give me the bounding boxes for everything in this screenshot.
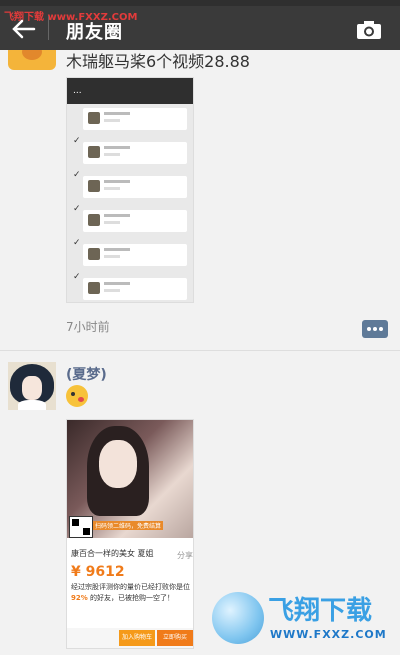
post-time: 7小时前 (66, 320, 110, 334)
kiss-emoji-icon (66, 385, 88, 407)
buy-now-button[interactable]: 立即购买 (157, 630, 193, 646)
thumbnail-message (83, 278, 187, 300)
thumbnail-message (83, 210, 187, 232)
thumbnail-message (83, 142, 187, 164)
thumbnail-header: ... (67, 78, 193, 104)
product-photo: 扫码领二维码，免费结算 (67, 420, 193, 538)
page-title: 朋友圈 (66, 22, 123, 43)
post-text: 木瑞躯马桨6个视频28.88 (66, 52, 250, 71)
thumbnail-message (83, 108, 187, 130)
avatar[interactable] (8, 50, 56, 70)
product-description: 经过宗股评测你的量价已经打败你是位 92% 的好友，已被抢购一空了！ (71, 583, 190, 602)
post-divider (0, 350, 400, 351)
watermark-bottom: 飞翔下载 WWW.FXXZ.COM (212, 588, 398, 648)
top-bar: 飞翔下载 www.FXXZ.COM 朋友圈 (0, 6, 400, 50)
watermark-url: WWW.FXXZ.COM (270, 628, 387, 641)
avatar[interactable] (8, 362, 56, 410)
product-price: ¥ 9612 (71, 564, 125, 580)
camera-icon[interactable] (356, 20, 382, 40)
watermark-logo-icon (212, 592, 264, 644)
share-label: 分享 (177, 551, 193, 560)
watermark-text: 飞翔下载 (268, 596, 373, 626)
header-separator (48, 16, 49, 40)
qr-code-icon (69, 516, 93, 538)
thumbnail-message (83, 176, 187, 198)
back-arrow-icon[interactable] (10, 18, 36, 40)
thumbnail-message (83, 244, 187, 266)
post-image[interactable]: 扫码领二维码，免费结算 康百合一样的美女 夏姐 分享 ¥ 9612 经过宗股评测… (66, 419, 194, 649)
product-title: 康百合一样的美女 夏姐 (71, 549, 154, 558)
post-image[interactable]: ... ✓ ✓ ✓ ✓ ✓ (66, 77, 194, 303)
comment-button[interactable] (362, 320, 388, 338)
photo-caption: 扫码领二维码，免费结算 (93, 521, 164, 530)
add-to-cart-button[interactable]: 加入购物车 (119, 630, 155, 646)
post-author-name[interactable]: (夏梦) (66, 364, 107, 384)
